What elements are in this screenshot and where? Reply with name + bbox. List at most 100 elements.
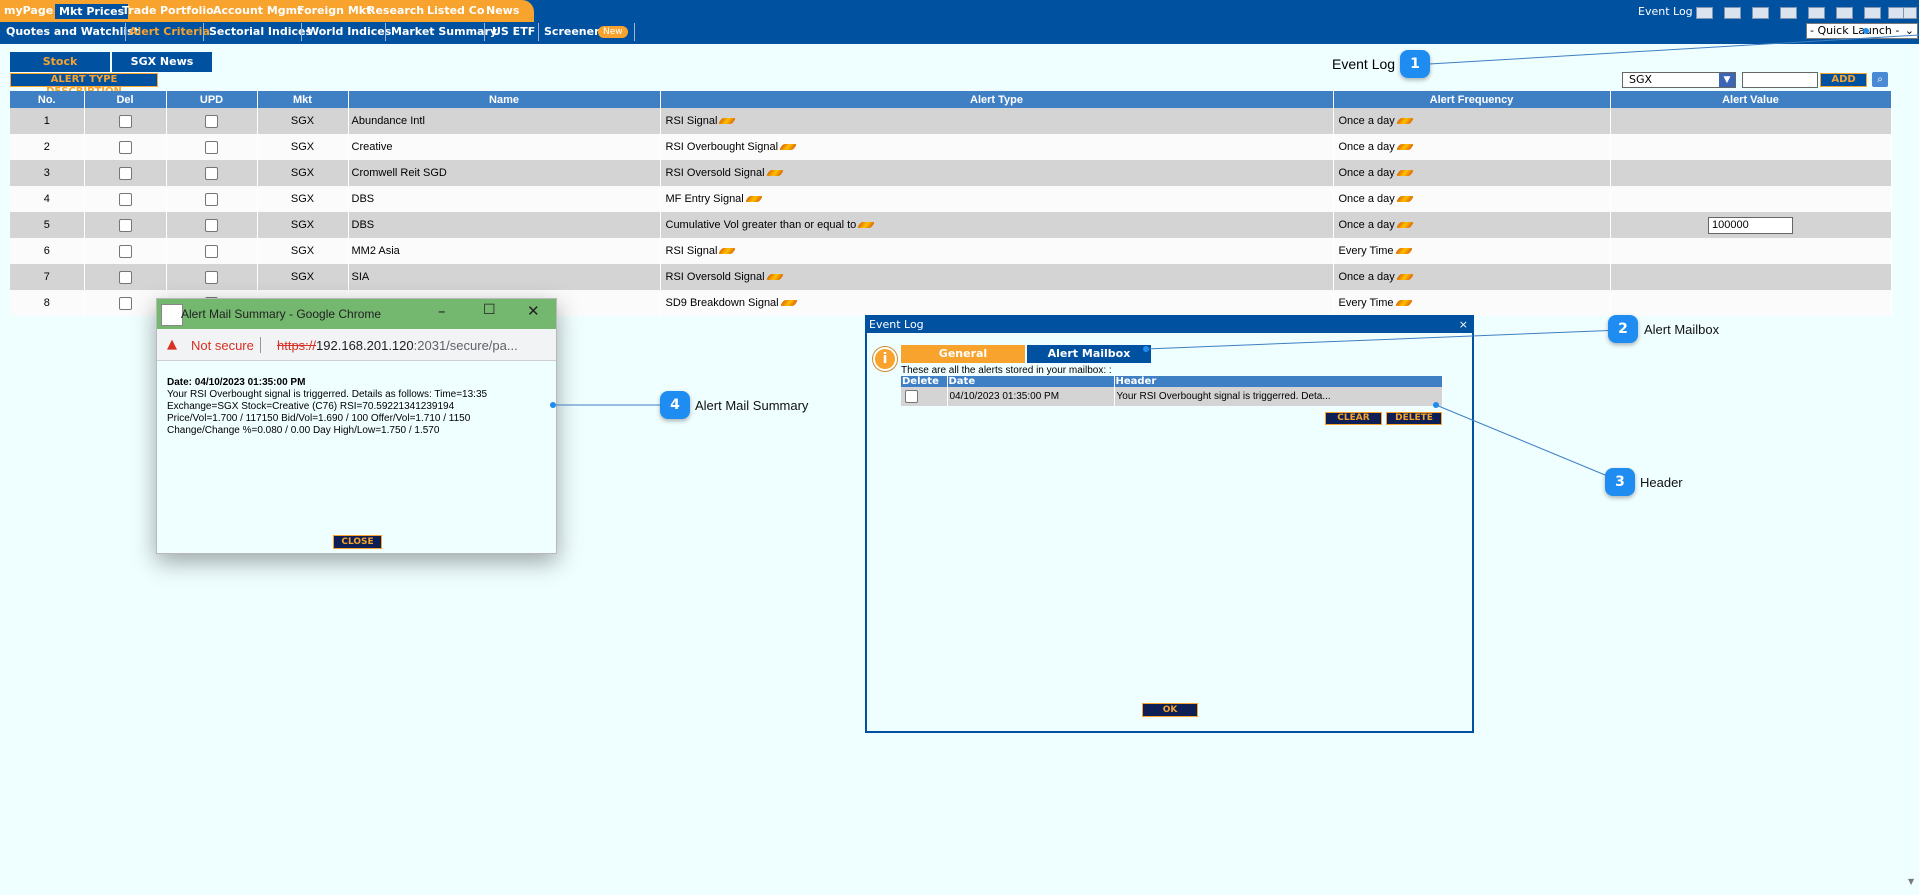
- info-flame-icon[interactable]: [718, 118, 737, 125]
- delete-checkbox[interactable]: [118, 270, 132, 284]
- add-button[interactable]: ADD: [1820, 73, 1867, 87]
- table-row[interactable]: 2 SGX Creative RSI Overbought Signal Once a …: [10, 134, 1892, 160]
- logout-icon[interactable]: [1903, 7, 1917, 19]
- stock-code-input[interactable]: [1742, 72, 1818, 88]
- delete-checkbox[interactable]: [118, 140, 132, 154]
- info-flame-icon[interactable]: [765, 274, 784, 281]
- clear-button[interactable]: CLEAR: [1325, 412, 1382, 425]
- info-flame-icon[interactable]: [1395, 196, 1414, 203]
- update-checkbox[interactable]: [205, 192, 218, 206]
- delete-checkbox[interactable]: [118, 192, 132, 206]
- mailbox-row[interactable]: 04/10/2023 01:35:00 PM Your RSI Overboug…: [901, 387, 1443, 406]
- info-flame-icon[interactable]: [1395, 170, 1414, 177]
- tab-alert-mailbox[interactable]: Alert Mailbox: [1027, 345, 1151, 363]
- col-header-upd[interactable]: UPD: [166, 91, 258, 108]
- info-flame-icon[interactable]: [1395, 222, 1414, 229]
- window-icon[interactable]: [1864, 7, 1881, 19]
- alert-type-description-button[interactable]: ALERT TYPE DESCRIPTION: [10, 73, 158, 97]
- tab-stock[interactable]: Stock: [10, 52, 110, 72]
- subnav-sectorial-indices[interactable]: Sectorial Indices: [209, 25, 312, 38]
- close-icon[interactable]: ✕: [527, 302, 540, 320]
- mail-line: Change/Change %=0.080 / 0.00 Day High/Lo…: [167, 425, 440, 436]
- info-flame-icon[interactable]: [1395, 144, 1414, 151]
- info-flame-icon[interactable]: [1395, 118, 1414, 125]
- list-icon[interactable]: [1696, 7, 1713, 19]
- alert-value-input[interactable]: 100000: [1708, 216, 1793, 234]
- update-checkbox[interactable]: [205, 166, 218, 180]
- grid-add-icon[interactable]: [1780, 7, 1797, 19]
- info-flame-icon[interactable]: [857, 222, 876, 229]
- address-bar[interactable]: ▲ Not secure https://192.168.201.120:203…: [157, 329, 556, 361]
- scroll-down-icon[interactable]: ▼: [1908, 877, 1916, 887]
- col-header-mkt[interactable]: Mkt: [257, 91, 349, 108]
- delete-checkbox[interactable]: [118, 166, 132, 180]
- update-checkbox[interactable]: [205, 244, 218, 258]
- quick-launch-select[interactable]: - Quick Launch - ⌄: [1806, 23, 1918, 39]
- delete-checkbox[interactable]: [905, 390, 918, 403]
- nav-mkt-prices[interactable]: Mkt Prices: [55, 4, 129, 19]
- update-checkbox[interactable]: [205, 270, 218, 284]
- subnav-quotes-watchlist[interactable]: Quotes and Watchlist: [6, 25, 139, 38]
- subnav-alert-criteria[interactable]: Alert Criteria: [129, 25, 210, 38]
- table-row[interactable]: 7 SGX SIA RSI Oversold Signal Once a day: [10, 264, 1892, 290]
- exchange-select[interactable]: SGX ▼: [1622, 72, 1736, 88]
- info-flame-icon[interactable]: [744, 196, 763, 203]
- nav-trade[interactable]: Trade: [122, 3, 156, 18]
- layout-icon[interactable]: [1808, 7, 1825, 19]
- update-checkbox[interactable]: [205, 218, 218, 232]
- columns-icon[interactable]: [1836, 7, 1853, 19]
- table-row[interactable]: 4 SGX DBS MF Entry Signal Once a day: [10, 186, 1892, 212]
- edit-icon[interactable]: [1752, 7, 1769, 19]
- maximize-icon[interactable]: ☐: [483, 302, 496, 318]
- table-row[interactable]: 1 SGX Abundance Intl RSI Signal Once a day: [10, 108, 1892, 134]
- delete-button[interactable]: DELETE: [1386, 412, 1442, 425]
- nav-mypage[interactable]: myPage: [4, 3, 53, 18]
- info-flame-icon[interactable]: [765, 170, 784, 177]
- table-row[interactable]: 3 SGX Cromwell Reit SGD RSI Oversold Signal…: [10, 160, 1892, 186]
- table-row[interactable]: 6 SGX MM2 Asia RSI Signal Every Time: [10, 238, 1892, 264]
- subnav-us-etf[interactable]: US ETF: [492, 25, 535, 38]
- col-header-name[interactable]: Name: [348, 91, 661, 108]
- delete-checkbox[interactable]: [118, 244, 132, 258]
- nav-listed-co[interactable]: Listed Co: [427, 3, 484, 18]
- subnav-market-summary[interactable]: Market Summary: [391, 25, 497, 38]
- minimize-icon[interactable]: –: [438, 302, 446, 320]
- subnav-world-indices[interactable]: World Indices: [307, 25, 391, 38]
- folder-add-icon[interactable]: [1724, 7, 1741, 19]
- nav-research[interactable]: Research: [367, 3, 424, 18]
- close-icon[interactable]: ×: [1459, 317, 1468, 333]
- info-flame-icon[interactable]: [718, 248, 737, 255]
- subnav-screener[interactable]: Screener: [544, 25, 600, 38]
- nav-event-log[interactable]: Event Log: [1638, 5, 1693, 18]
- col-header-alert-frequency[interactable]: Alert Frequency: [1333, 91, 1611, 108]
- cell-mkt: SGX: [257, 264, 349, 290]
- col-header-no[interactable]: No.: [10, 91, 85, 108]
- nav-news[interactable]: News: [486, 3, 519, 18]
- close-button[interactable]: CLOSE: [333, 535, 382, 549]
- tab-general[interactable]: General: [901, 345, 1025, 363]
- update-checkbox[interactable]: [205, 140, 218, 154]
- info-flame-icon[interactable]: [778, 144, 798, 151]
- info-flame-icon[interactable]: [1394, 300, 1413, 307]
- cell-alert-type: RSI Signal: [660, 108, 1334, 134]
- info-flame-icon[interactable]: [1394, 248, 1413, 255]
- delete-checkbox[interactable]: [118, 114, 132, 128]
- col-header-alert-value[interactable]: Alert Value: [1610, 91, 1892, 108]
- col-header-alert-type[interactable]: Alert Type: [660, 91, 1334, 108]
- info-flame-icon[interactable]: [779, 300, 798, 307]
- ok-button[interactable]: OK: [1142, 703, 1198, 717]
- delete-checkbox[interactable]: [118, 296, 132, 310]
- update-checkbox[interactable]: [205, 114, 218, 128]
- nav-portfolio[interactable]: Portfolio: [160, 3, 214, 18]
- tab-sgx-news[interactable]: SGX News: [112, 52, 212, 72]
- search-icon[interactable]: ⌕: [1872, 72, 1888, 87]
- table-row[interactable]: 5 SGX DBS Cumulative Vol greater than or eq…: [10, 212, 1892, 238]
- nav-foreign-mkt[interactable]: Foreign Mkt: [297, 3, 371, 18]
- mailbox-header-cell[interactable]: Your RSI Overbought signal is triggerred…: [1114, 387, 1443, 406]
- not-secure-label: Not secure: [191, 338, 254, 353]
- callout-badge-2: 2: [1608, 315, 1638, 343]
- delete-checkbox[interactable]: [118, 218, 132, 232]
- nav-account-mgmt[interactable]: Account Mgmt: [213, 3, 302, 18]
- info-flame-icon[interactable]: [1395, 274, 1414, 281]
- col-header-del[interactable]: Del: [84, 91, 167, 108]
